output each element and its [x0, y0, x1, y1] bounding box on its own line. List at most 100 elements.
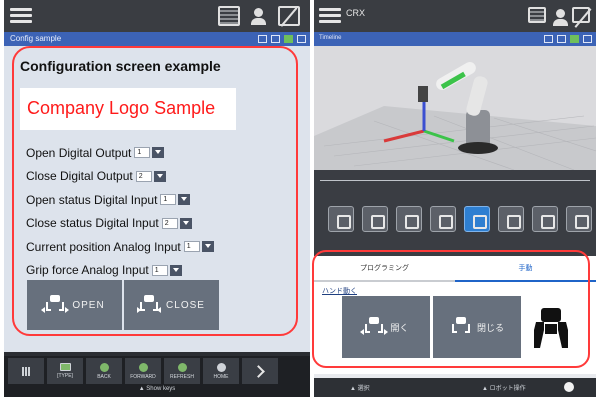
setting-select[interactable]: 2: [161, 217, 192, 229]
robot-3d-viewer[interactable]: [314, 46, 596, 170]
left-top-bar: [4, 0, 310, 32]
back-icon: [99, 362, 109, 372]
chevron-right-icon: [252, 364, 265, 378]
setting-select[interactable]: 1: [134, 147, 165, 159]
window-controls: [258, 35, 306, 43]
setting-value: 2: [161, 217, 178, 229]
tab-manual[interactable]: 手動: [455, 256, 596, 282]
back-key[interactable]: BACK: [86, 358, 122, 384]
right-status-bar: ▲ 選択 ▲ ロボット操作: [314, 378, 596, 397]
jog-dial-icon[interactable]: [564, 382, 574, 392]
program-timeline[interactable]: [314, 170, 596, 256]
gripper-open-icon: [41, 295, 70, 315]
open-gripper-button[interactable]: OPEN: [27, 280, 122, 330]
setting-row-open-do: Open Digital Output 1: [26, 141, 214, 165]
dropdown-arrow-icon[interactable]: [178, 194, 191, 206]
window-controls: [544, 35, 592, 43]
apps-key[interactable]: [8, 358, 44, 384]
dropdown-arrow-icon[interactable]: [201, 241, 214, 253]
setting-select[interactable]: 1: [151, 264, 182, 276]
dropdown-arrow-icon[interactable]: [169, 264, 182, 276]
robot-arm-3d-view: [314, 62, 596, 170]
gripper-close-icon: [137, 295, 162, 315]
dropdown-arrow-icon[interactable]: [152, 147, 165, 159]
setting-value: 2: [135, 170, 152, 182]
dropdown-arrow-icon[interactable]: [179, 217, 192, 229]
panel-tabs: プログラミング 手動: [314, 256, 596, 282]
setting-label: Close Digital Output: [26, 169, 133, 184]
screen-icon: [59, 363, 71, 371]
window-maximize-icon[interactable]: [297, 35, 306, 43]
type-key[interactable]: [TYPE]: [47, 358, 83, 384]
setting-label: Grip force Analog Input: [26, 263, 149, 278]
right-title-bar: Timeline: [314, 32, 596, 46]
window-status-icon[interactable]: [570, 35, 579, 43]
refresh-key[interactable]: REFRESH: [164, 358, 200, 384]
forward-key[interactable]: FORWARD: [125, 358, 161, 384]
page-title: Configuration screen example: [20, 58, 221, 74]
setting-select[interactable]: 1: [160, 194, 191, 206]
show-keys-toggle[interactable]: ▲ Show keys: [4, 386, 310, 392]
camera-icon[interactable]: [572, 7, 590, 23]
setting-select[interactable]: 2: [135, 170, 166, 182]
io-settings-list: Open Digital Output 1 Close Digital Outp…: [26, 141, 214, 282]
tab-programming[interactable]: プログラミング: [314, 256, 455, 282]
browser-key-bar: [TYPE] BACK FORWARD REFRESH HOME ▲ Show …: [4, 356, 310, 397]
gripper-close-icon: [450, 317, 472, 337]
hand-open-label: 開く: [390, 322, 409, 333]
person-icon[interactable]: [248, 6, 270, 26]
timeline-node-timer[interactable]: [566, 206, 592, 232]
timeline-node-move[interactable]: [328, 206, 354, 232]
home-key[interactable]: HOME: [203, 358, 239, 384]
forward-key-label: FORWARD: [130, 373, 156, 380]
close-gripper-button[interactable]: CLOSE: [124, 280, 219, 330]
hamburger-menu-icon[interactable]: [319, 5, 341, 25]
timeline-node-register[interactable]: [498, 206, 524, 232]
refresh-key-label: REFRESH: [170, 373, 194, 380]
browser-keys: [TYPE] BACK FORWARD REFRESH HOME: [8, 358, 278, 384]
setting-row-open-di: Open status Digital Input 1: [26, 188, 214, 212]
config-title-bar: Config sample: [4, 32, 310, 46]
timeline-node-move[interactable]: [532, 206, 558, 232]
timeline-node-empty[interactable]: [430, 206, 456, 232]
setting-value: 1: [134, 147, 151, 159]
window-status-icon[interactable]: [284, 35, 293, 43]
monitor-icon[interactable]: [218, 6, 240, 26]
refresh-icon: [177, 362, 187, 372]
window-layout-icon[interactable]: [258, 35, 267, 43]
window-layout-icon[interactable]: [544, 35, 553, 43]
timeline-track[interactable]: [320, 180, 590, 188]
hand-section-label[interactable]: ハンド動く: [322, 286, 357, 296]
right-top-bar: CRX: [314, 0, 596, 32]
forward-icon: [138, 362, 148, 372]
left-top-icons: [218, 6, 300, 26]
hamburger-menu-icon[interactable]: [10, 5, 32, 25]
right-teach-pendant: CRX Timeline プログラミング 手動 ハンド動く 開く 閉じる ▲ 選…: [314, 0, 596, 397]
select-key[interactable]: ▲ 選択: [350, 383, 370, 392]
dropdown-arrow-icon[interactable]: [153, 170, 166, 182]
company-logo-text: Company Logo Sample: [27, 98, 216, 118]
open-button-label: OPEN: [72, 299, 105, 311]
monitor-icon[interactable]: [528, 7, 546, 23]
window-maximize-icon[interactable]: [583, 35, 592, 43]
timeline-node-wait[interactable]: [362, 206, 388, 232]
person-icon[interactable]: [550, 7, 568, 26]
window-restore-icon[interactable]: [271, 35, 280, 43]
gripper-logo-icon: [534, 308, 568, 348]
no-camera-icon[interactable]: [278, 6, 300, 26]
timeline-node-gripper[interactable]: [464, 206, 490, 232]
setting-row-force-ai: Grip force Analog Input 1: [26, 259, 214, 283]
screenshot-root: Config sample Configuration screen examp…: [0, 0, 596, 397]
home-icon: [216, 362, 226, 372]
back-key-label: BACK: [97, 373, 111, 380]
timeline-node-move[interactable]: [396, 206, 422, 232]
setting-select[interactable]: 1: [183, 241, 214, 253]
next-keys-button[interactable]: [242, 358, 278, 384]
robot-operation-key[interactable]: ▲ ロボット操作: [482, 383, 526, 392]
right-window-title: Timeline: [319, 35, 342, 41]
hand-open-button[interactable]: 開く: [342, 296, 430, 358]
setting-label: Open status Digital Input: [26, 192, 158, 207]
window-restore-icon[interactable]: [557, 35, 566, 43]
hand-close-button[interactable]: 閉じる: [433, 296, 521, 358]
right-top-icons: [528, 7, 590, 26]
